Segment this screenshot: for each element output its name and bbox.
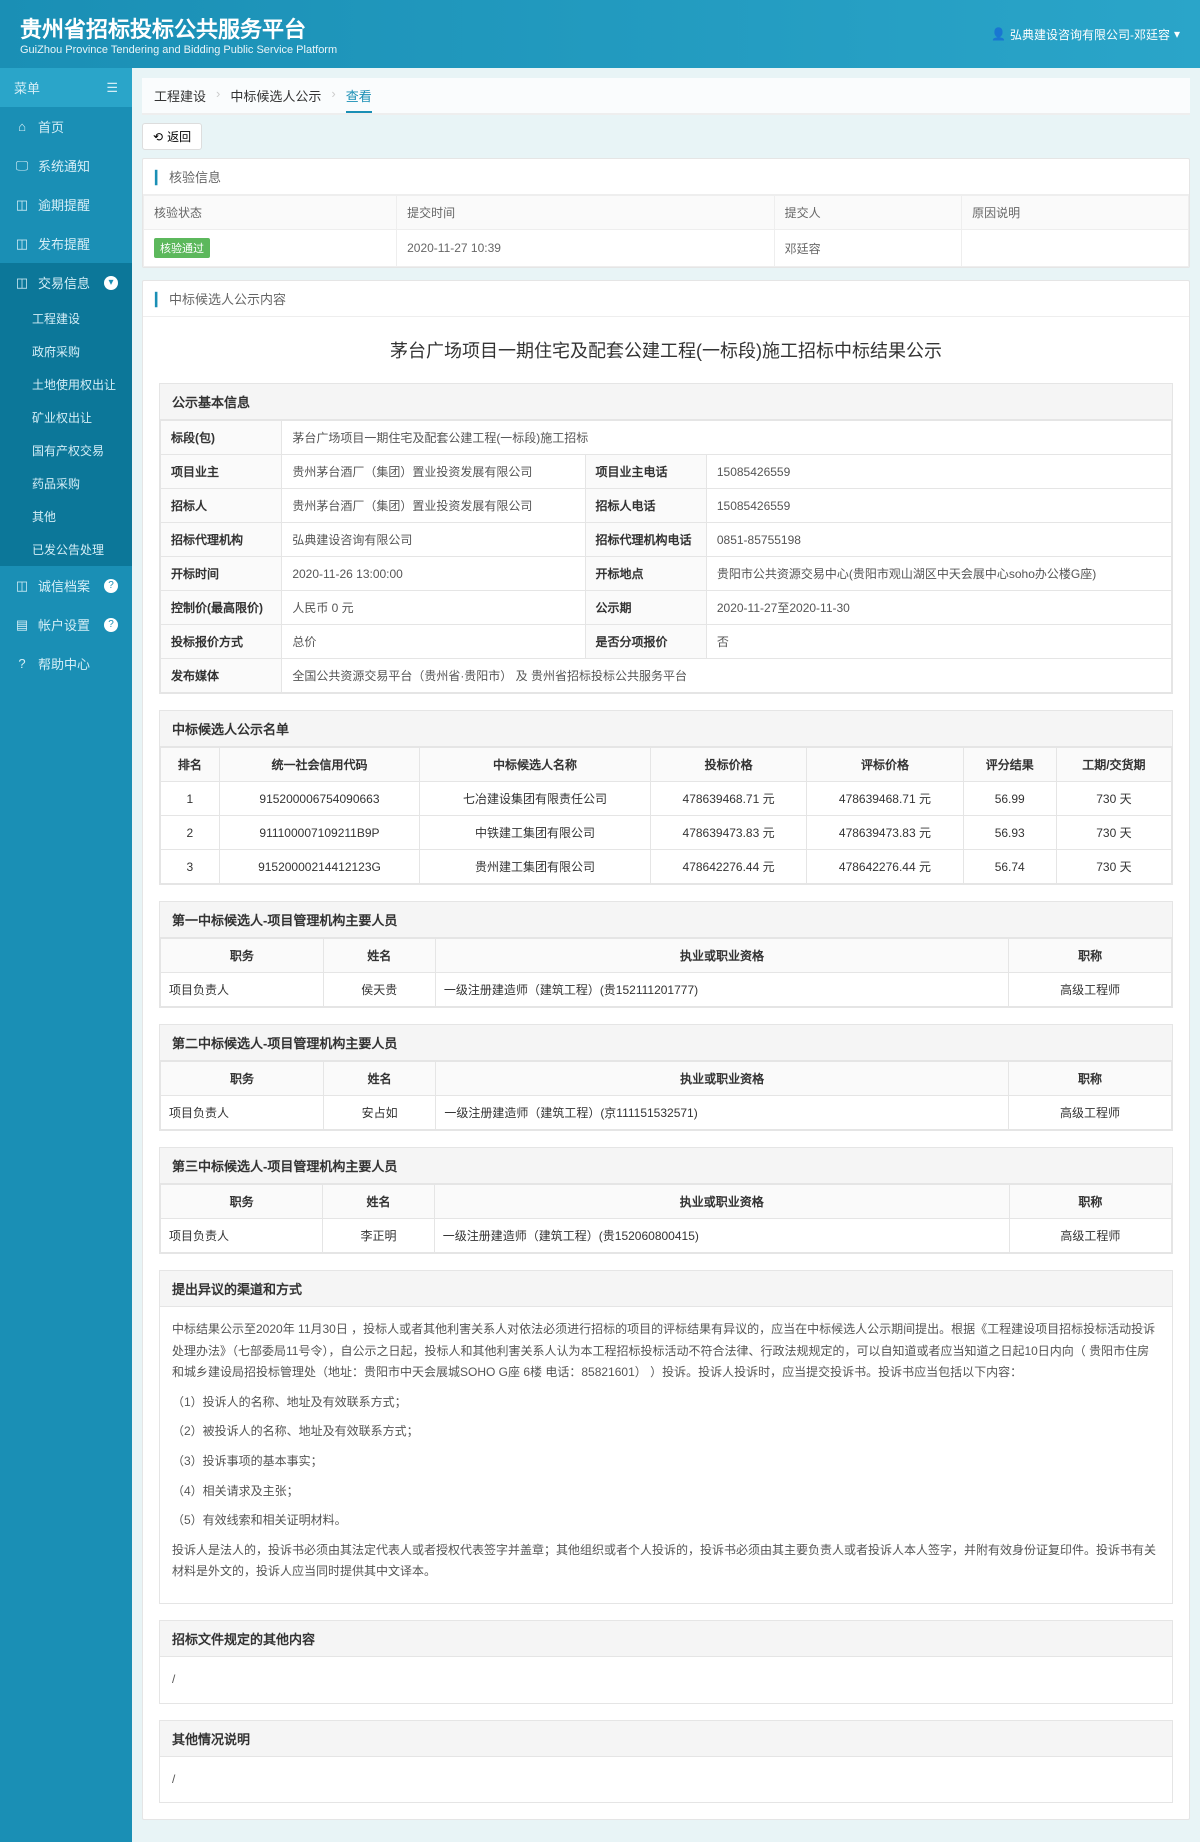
sidebar-subitem[interactable]: 其他 [0, 500, 132, 533]
back-button[interactable]: ⟲ 返回 [142, 123, 202, 150]
sidebar-item[interactable]: ◫交易信息▾ [0, 263, 132, 302]
sidebar-subitem[interactable]: 土地使用权出让 [0, 368, 132, 401]
notice-title: 茅台广场项目一期住宅及配套公建工程(一标段)施工招标中标结果公示 [143, 317, 1189, 383]
user-menu[interactable]: 👤 弘典建设咨询有限公司-邓廷容 ▾ [991, 26, 1180, 43]
menu-icon: ◫ [14, 197, 30, 213]
sidebar-item[interactable]: ◫诚信档案? [0, 566, 132, 605]
breadcrumb-item: 查看 [346, 86, 372, 113]
sidebar: 菜单 ☰ ⌂首页🖵系统通知◫逾期提醒◫发布提醒◫交易信息▾ 工程建设政府采购土地… [0, 68, 132, 1842]
panel-title: 核验信息 [143, 159, 1189, 195]
other-section: 招标文件规定的其他内容/ [159, 1620, 1173, 1704]
menu-toggle-icon[interactable]: ☰ [106, 80, 118, 96]
table-row: 项目业主贵州茅台酒厂（集团）置业投资发展有限公司项目业主电话1508542655… [161, 455, 1172, 489]
breadcrumb-item[interactable]: 工程建设 [154, 86, 206, 105]
menu-icon: ⌂ [14, 119, 30, 134]
menu-icon: ? [14, 656, 30, 671]
personnel-section: 第二中标候选人-项目管理机构主要人员职务姓名执业或职业资格职称项目负责人安占如一… [159, 1024, 1173, 1131]
table-row: 开标时间2020-11-26 13:00:00开标地点贵阳市公共资源交易中心(贵… [161, 557, 1172, 591]
sidebar-item[interactable]: ⌂首页 [0, 107, 132, 146]
help-icon: ? [104, 618, 118, 632]
sidebar-subitem[interactable]: 政府采购 [0, 335, 132, 368]
candidate-list-section: 中标候选人公示名单 排名统一社会信用代码中标候选人名称投标价格评标价格评分结果工… [159, 710, 1173, 885]
table-row: 项目负责人安占如一级注册建造师（建筑工程）(京111151532571)高级工程… [161, 1096, 1172, 1130]
other-section: 其他情况说明/ [159, 1720, 1173, 1804]
table-row: 1915200006754090663七冶建设集团有限责任公司478639468… [161, 782, 1172, 816]
table-row: 控制价(最高限价)人民币 0 元公示期2020-11-27至2020-11-30 [161, 591, 1172, 625]
sidebar-subitem[interactable]: 矿业权出让 [0, 401, 132, 434]
back-icon: ⟲ [153, 130, 163, 144]
app-subtitle: GuiZhou Province Tendering and Bidding P… [20, 44, 337, 56]
sidebar-item[interactable]: ◫发布提醒 [0, 224, 132, 263]
menu-icon: ◫ [14, 275, 30, 291]
panel-title: 中标候选人公示内容 [143, 281, 1189, 317]
app-title: 贵州省招标投标公共服务平台 [20, 12, 337, 44]
menu-icon: ◫ [14, 578, 30, 594]
user-icon: 👤 [991, 27, 1006, 41]
breadcrumb: 工程建设 › 中标候选人公示 › 查看 [142, 78, 1190, 115]
sidebar-subitem[interactable]: 国有产权交易 [0, 434, 132, 467]
basic-info-section: 公示基本信息 标段(包)茅台广场项目一期住宅及配套公建工程(一标段)施工招标项目… [159, 383, 1173, 694]
table-row: 投标报价方式总价是否分项报价否 [161, 625, 1172, 659]
expand-icon: ▾ [104, 276, 118, 290]
app-header: 贵州省招标投标公共服务平台 GuiZhou Province Tendering… [0, 0, 1200, 68]
status-badge: 核验通过 [154, 238, 210, 258]
sidebar-item[interactable]: ?帮助中心 [0, 644, 132, 683]
personnel-section: 第一中标候选人-项目管理机构主要人员职务姓名执业或职业资格职称项目负责人侯天贵一… [159, 901, 1173, 1008]
breadcrumb-item[interactable]: 中标候选人公示 [230, 86, 321, 105]
content-panel: 中标候选人公示内容 茅台广场项目一期住宅及配套公建工程(一标段)施工招标中标结果… [142, 280, 1190, 1820]
objection-section: 提出异议的渠道和方式 中标结果公示至2020年 11月30日 ，投标人或者其他利… [159, 1270, 1173, 1604]
sidebar-item[interactable]: ▤帐户设置? [0, 605, 132, 644]
personnel-section: 第三中标候选人-项目管理机构主要人员职务姓名执业或职业资格职称项目负责人李正明一… [159, 1147, 1173, 1254]
table-row: 标段(包)茅台广场项目一期住宅及配套公建工程(一标段)施工招标 [161, 421, 1172, 455]
chevron-down-icon: ▾ [1174, 27, 1180, 41]
menu-icon: ▤ [14, 617, 30, 633]
table-row: 招标人贵州茅台酒厂（集团）置业投资发展有限公司招标人电话15085426559 [161, 489, 1172, 523]
check-table: 核验状态 提交时间 提交人 原因说明 核验通过 2020-11-27 10:39… [143, 195, 1189, 267]
table-row: 核验通过 2020-11-27 10:39 邓廷容 [144, 230, 1189, 267]
table-row: 391520000214412123G贵州建工集团有限公司478642276.4… [161, 850, 1172, 884]
table-row: 项目负责人李正明一级注册建造师（建筑工程）(贵152060800415)高级工程… [161, 1219, 1172, 1253]
table-row: 发布媒体全国公共资源交易平台（贵州省·贵阳市） 及 贵州省招标投标公共服务平台 [161, 659, 1172, 693]
menu-icon: ◫ [14, 236, 30, 252]
table-row: 项目负责人侯天贵一级注册建造师（建筑工程）(贵152111201777)高级工程… [161, 973, 1172, 1007]
sidebar-subitem[interactable]: 药品采购 [0, 467, 132, 500]
sidebar-subitem[interactable]: 工程建设 [0, 302, 132, 335]
menu-icon: 🖵 [14, 158, 30, 174]
sidebar-subitem[interactable]: 已发公告处理 [0, 533, 132, 566]
check-info-panel: 核验信息 核验状态 提交时间 提交人 原因说明 核验通过 2020-11-27 … [142, 158, 1190, 268]
menu-header: 菜单 ☰ [0, 68, 132, 107]
main-content: 工程建设 › 中标候选人公示 › 查看 ⟲ 返回 核验信息 核验状态 提交时间 … [132, 68, 1200, 1842]
table-row: 2911100007109211B9P中铁建工集团有限公司478639473.8… [161, 816, 1172, 850]
table-row: 招标代理机构弘典建设咨询有限公司招标代理机构电话0851-85755198 [161, 523, 1172, 557]
sidebar-item[interactable]: ◫逾期提醒 [0, 185, 132, 224]
sidebar-item[interactable]: 🖵系统通知 [0, 146, 132, 185]
help-icon: ? [104, 579, 118, 593]
